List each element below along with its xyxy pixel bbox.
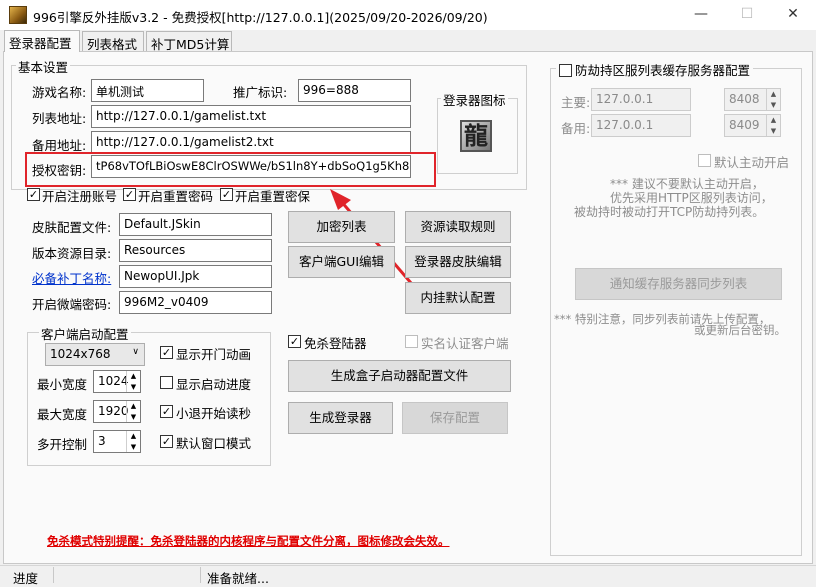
patch-name-input[interactable]: NewopUI.Jpk: [119, 265, 272, 288]
skin-edit-button[interactable]: 登录器皮肤编辑: [405, 246, 511, 278]
status-divider: [53, 567, 54, 583]
main-port-spin[interactable]: ▲ ▼: [766, 89, 780, 110]
logout-countdown-checkbox[interactable]: ✓: [160, 405, 173, 418]
builtin-default-config-button[interactable]: 内挂默认配置: [405, 282, 511, 314]
register-account-checkbox[interactable]: ✓: [27, 188, 40, 201]
generate-launcher-button[interactable]: 生成登录器: [288, 402, 393, 434]
max-width-label: 最大宽度: [37, 407, 88, 422]
progress-label: 进度: [13, 571, 39, 586]
anti-hijack-title: 防劫持区服列表缓存服务器配置: [575, 63, 751, 78]
patch-name-link[interactable]: 必备补丁名称:: [32, 268, 111, 287]
real-name-label: 实名认证客户端: [421, 336, 509, 351]
auto-enable-checkbox[interactable]: [698, 154, 711, 167]
hijack-tip-3: 被劫持时被动打开TCP防劫持列表。: [574, 205, 765, 219]
main-ip-input[interactable]: 127.0.0.1: [591, 88, 691, 111]
anti-kill-warning: 免杀模式特别提醒：免杀登陆器的内核程序与配置文件分离，图标修改会失效。: [47, 534, 450, 548]
backup-port-stepper[interactable]: 8409 ▲ ▼: [724, 114, 781, 137]
save-config-button[interactable]: 保存配置: [402, 402, 508, 434]
multi-open-label: 多开控制: [37, 437, 88, 452]
reset-password-label: 开启重置密码: [138, 189, 214, 204]
sync-cache-button[interactable]: 通知缓存服务器同步列表: [575, 268, 782, 300]
min-width-value: 1024: [98, 374, 129, 388]
backup-port-value: 8409: [729, 118, 760, 132]
resolution-select[interactable]: 1024x768 ∨: [45, 343, 145, 366]
multi-open-spin[interactable]: ▲ ▼: [126, 431, 140, 452]
sync-note-2: 或更新后台密钥。: [694, 323, 786, 337]
backup-port-spin[interactable]: ▲ ▼: [766, 115, 780, 136]
skin-config-label: 皮肤配置文件:: [32, 220, 112, 235]
max-width-spin[interactable]: ▲ ▼: [126, 401, 140, 422]
reset-password-checkbox[interactable]: ✓: [123, 188, 136, 201]
main-port-value: 8408: [729, 92, 760, 106]
max-width-value: 1920: [98, 404, 129, 418]
micro-password-input[interactable]: 996M2_v0409: [119, 291, 272, 314]
resource-dir-label: 版本资源目录:: [32, 246, 112, 261]
anti-hijack-checkbox[interactable]: [559, 64, 572, 77]
reset-security-checkbox[interactable]: ✓: [220, 188, 233, 201]
multi-open-stepper[interactable]: 3 ▲ ▼: [93, 430, 141, 453]
status-divider: [200, 567, 201, 583]
logout-countdown-label: 小退开始读秒: [176, 406, 252, 421]
backup-ip-input[interactable]: 127.0.0.1: [591, 114, 691, 137]
door-animation-label: 显示开门动画: [176, 347, 252, 362]
door-animation-checkbox[interactable]: ✓: [160, 346, 173, 359]
startup-progress-label: 显示启动进度: [176, 377, 252, 392]
anti-kill-checkbox[interactable]: ✓: [288, 335, 301, 348]
resource-rules-button[interactable]: 资源读取规则: [405, 211, 511, 243]
register-account-label: 开启注册账号: [42, 189, 118, 204]
encrypt-list-button[interactable]: 加密列表: [288, 211, 395, 243]
chevron-down-icon: ∨: [132, 347, 139, 357]
min-width-label: 最小宽度: [37, 377, 88, 392]
startup-progress-checkbox[interactable]: [160, 376, 173, 389]
real-name-checkbox[interactable]: [405, 335, 418, 348]
skin-config-input[interactable]: Default.JSkin: [119, 213, 272, 236]
auto-enable-label: 默认主动开启: [714, 155, 790, 170]
generate-box-config-button[interactable]: 生成盒子启动器配置文件: [288, 360, 511, 392]
backup-server-label: 备用:: [561, 121, 591, 136]
client-startup-title: 客户端启动配置: [39, 324, 131, 343]
micro-password-label: 开启微端密码:: [32, 297, 112, 312]
anti-kill-label: 免杀登陆器: [304, 336, 367, 351]
main-port-stepper[interactable]: 8408 ▲ ▼: [724, 88, 781, 111]
max-width-stepper[interactable]: 1920 ▲ ▼: [93, 400, 141, 423]
client-gui-edit-button[interactable]: 客户端GUI编辑: [288, 246, 395, 278]
min-width-stepper[interactable]: 1024 ▲ ▼: [93, 370, 141, 393]
multi-open-value: 3: [98, 434, 106, 448]
window-mode-checkbox[interactable]: ✓: [160, 435, 173, 448]
window-mode-label: 默认窗口模式: [176, 436, 252, 451]
min-width-spin[interactable]: ▲ ▼: [126, 371, 140, 392]
main-server-label: 主要:: [561, 95, 591, 110]
reset-security-label: 开启重置密保: [235, 189, 311, 204]
status-message: 准备就绪...: [207, 571, 269, 586]
resolution-value: 1024x768: [50, 347, 111, 361]
anti-hijack-title-wrap: 防劫持区服列表缓存服务器配置: [556, 60, 754, 79]
status-bar: [0, 565, 816, 585]
resource-dir-input[interactable]: Resources: [119, 239, 272, 262]
